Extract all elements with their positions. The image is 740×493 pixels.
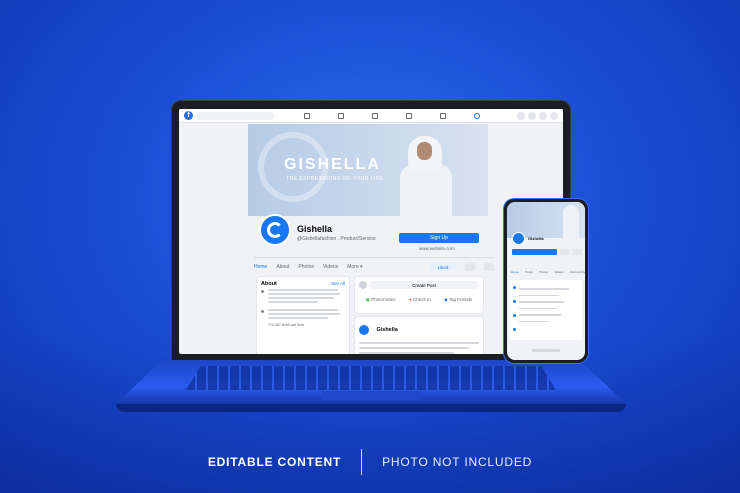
phone-tab-home[interactable]: Home: [511, 270, 519, 274]
tab-home[interactable]: Home: [254, 264, 267, 270]
editable-content-label: EDITABLE CONTENT: [207, 455, 342, 469]
cover-model-image: [398, 128, 453, 216]
tab-more[interactable]: More ▾: [347, 264, 362, 270]
about-title: About: [261, 281, 277, 287]
location-pin-icon: ●: [409, 297, 412, 302]
avatar[interactable]: [359, 324, 369, 335]
liked-button[interactable]: Liked: [430, 263, 456, 271]
create-post-button[interactable]: Create Post: [369, 281, 479, 289]
about-phone: 770-367-8490 call Now: [268, 323, 304, 327]
phone-page-title: Gishella: [528, 236, 544, 241]
about-text-block: [261, 309, 345, 319]
post-author[interactable]: Gishella: [376, 327, 397, 333]
phone-tab-videos[interactable]: Videos: [554, 270, 563, 274]
phone-tab-posts[interactable]: Posts: [525, 270, 533, 274]
gaming-icon[interactable]: [440, 112, 446, 119]
facebook-logo-icon[interactable]: f: [184, 111, 193, 120]
phone-screen: Gishella Home Posts Photos Videos Commun…: [507, 202, 585, 360]
footer: EDITABLE CONTENT PHOTO NOT INCLUDED: [0, 449, 740, 475]
tag-icon: ◆: [444, 297, 448, 302]
trackpad: [321, 391, 421, 400]
photo-video-button[interactable]: ▣ Photo/Video: [366, 297, 396, 303]
phone-bottom-bar: [532, 349, 560, 352]
cover-subtitle: THE EXPRESSIONS OF YOUR LIFE: [286, 176, 384, 182]
search-page-icon[interactable]: [465, 263, 475, 271]
tab-videos[interactable]: Videos: [323, 264, 338, 270]
tab-photos[interactable]: Photos: [298, 264, 314, 270]
fb-top-bar: f: [179, 109, 563, 123]
groups-icon[interactable]: [406, 112, 412, 119]
account-icon[interactable]: [550, 111, 558, 120]
cover-photo: GISHELLA THE EXPRESSIONS OF YOUR LIFE: [248, 124, 488, 216]
menu-icon[interactable]: [517, 111, 525, 120]
cover-title: GISHELLA: [284, 156, 381, 173]
laptop-base: [116, 360, 626, 412]
keyboard: [186, 366, 556, 390]
website-link[interactable]: www.website.com: [419, 246, 455, 251]
avatar: [359, 281, 367, 289]
phone-tabs: Home Posts Photos Videos Community: [511, 270, 585, 274]
avatar[interactable]: [259, 214, 291, 246]
watch-icon[interactable]: [338, 112, 344, 119]
sign-up-button[interactable]: Sign Up: [399, 233, 479, 243]
about-text-block: [261, 289, 345, 303]
about-card: About See All 770-367-8490 call Now: [257, 277, 349, 354]
phone-tab-photos[interactable]: Photos: [539, 270, 548, 274]
search-input[interactable]: [196, 111, 274, 120]
home-icon[interactable]: [304, 112, 310, 119]
marketplace-icon[interactable]: [372, 112, 378, 119]
notifications-icon[interactable]: [539, 111, 547, 120]
fb-nav: [304, 112, 480, 119]
phone-about-card: [510, 280, 582, 340]
pages-icon[interactable]: [474, 112, 480, 119]
page-tabs: Home About Photos Videos More ▾ Liked: [254, 257, 494, 271]
fb-right-actions: [517, 111, 558, 120]
photo-not-included-label: PHOTO NOT INCLUDED: [382, 455, 533, 469]
phone-device: Gishella Home Posts Photos Videos Commun…: [504, 199, 588, 363]
photo-icon: ▣: [365, 297, 370, 302]
phone-more-button[interactable]: [572, 249, 582, 255]
phone-tab-community[interactable]: Community: [570, 270, 585, 274]
footer-divider: [361, 449, 363, 475]
phone-liked-button[interactable]: [560, 249, 570, 255]
page-handle: @Gishellafashion . Product/Service: [297, 236, 376, 242]
avatar[interactable]: [512, 232, 525, 245]
tag-friends-button[interactable]: ◆ Tag Friends: [444, 297, 472, 303]
see-all-link[interactable]: See All: [331, 281, 345, 287]
page-title: Gishella: [297, 224, 333, 234]
messenger-icon[interactable]: [528, 111, 536, 120]
more-options-icon[interactable]: [484, 263, 494, 271]
create-post-card: Create Post ▣ Photo/Video ● Check In ◆ T…: [355, 277, 483, 313]
check-in-button[interactable]: ● Check In: [409, 297, 431, 303]
post-card: Gishella: [355, 317, 483, 354]
phone-sign-up-button[interactable]: [512, 249, 557, 255]
tab-about[interactable]: About: [276, 264, 289, 270]
